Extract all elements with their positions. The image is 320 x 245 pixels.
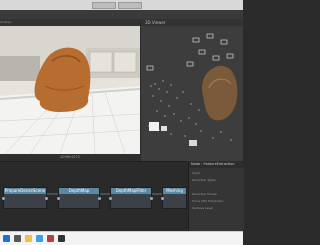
panel-row[interactable]: Describer Types xyxy=(192,178,216,182)
viewer-title: /Users/... xyxy=(0,19,140,26)
viewer-footer: 4096x3072 xyxy=(0,154,140,161)
title-bar xyxy=(0,0,243,10)
folder-icon[interactable] xyxy=(25,235,32,242)
output-port[interactable] xyxy=(98,197,101,200)
app-icon[interactable] xyxy=(47,235,54,242)
input-port[interactable] xyxy=(57,197,60,200)
input-port[interactable] xyxy=(2,197,5,200)
panel-row[interactable]: Verbose Level xyxy=(192,206,213,210)
image-viewer[interactable] xyxy=(0,26,140,154)
panel-row[interactable]: Input xyxy=(192,171,200,175)
photo-image xyxy=(0,26,140,154)
panel-row[interactable]: Describer Preset xyxy=(192,192,217,196)
node-prepare-dense-scene[interactable]: PrepareDenseScene xyxy=(2,187,48,209)
terminal-icon[interactable] xyxy=(58,235,65,242)
node-depthmap[interactable]: DepthMap xyxy=(57,187,101,209)
node-meshing[interactable]: Meshing xyxy=(161,187,187,209)
toolbar-button-2[interactable] xyxy=(118,2,142,9)
search-icon[interactable] xyxy=(14,235,21,242)
toolbar-button-1[interactable] xyxy=(92,2,116,9)
output-port[interactable] xyxy=(150,197,153,200)
input-port[interactable] xyxy=(161,197,164,200)
point-cloud xyxy=(141,26,243,161)
attribute-panel: Node : FeatureExtraction Input Describer… xyxy=(188,161,244,231)
panel-row[interactable]: Force CPU Extraction xyxy=(192,199,223,203)
windows-icon[interactable] xyxy=(3,235,10,242)
output-port[interactable] xyxy=(45,197,48,200)
input-port[interactable] xyxy=(109,197,112,200)
node-depthmap-filter[interactable]: DepthMapFilter xyxy=(109,187,153,209)
node-graph[interactable]: PrepareDenseScene DepthMap DepthMapFilte… xyxy=(0,161,187,232)
browser-icon[interactable] xyxy=(36,235,43,242)
viewer3d-title: 3D Viewer xyxy=(141,19,243,26)
panel-title: Node : FeatureExtraction xyxy=(189,161,244,168)
taskbar xyxy=(0,231,243,245)
3d-viewer[interactable] xyxy=(141,26,243,161)
